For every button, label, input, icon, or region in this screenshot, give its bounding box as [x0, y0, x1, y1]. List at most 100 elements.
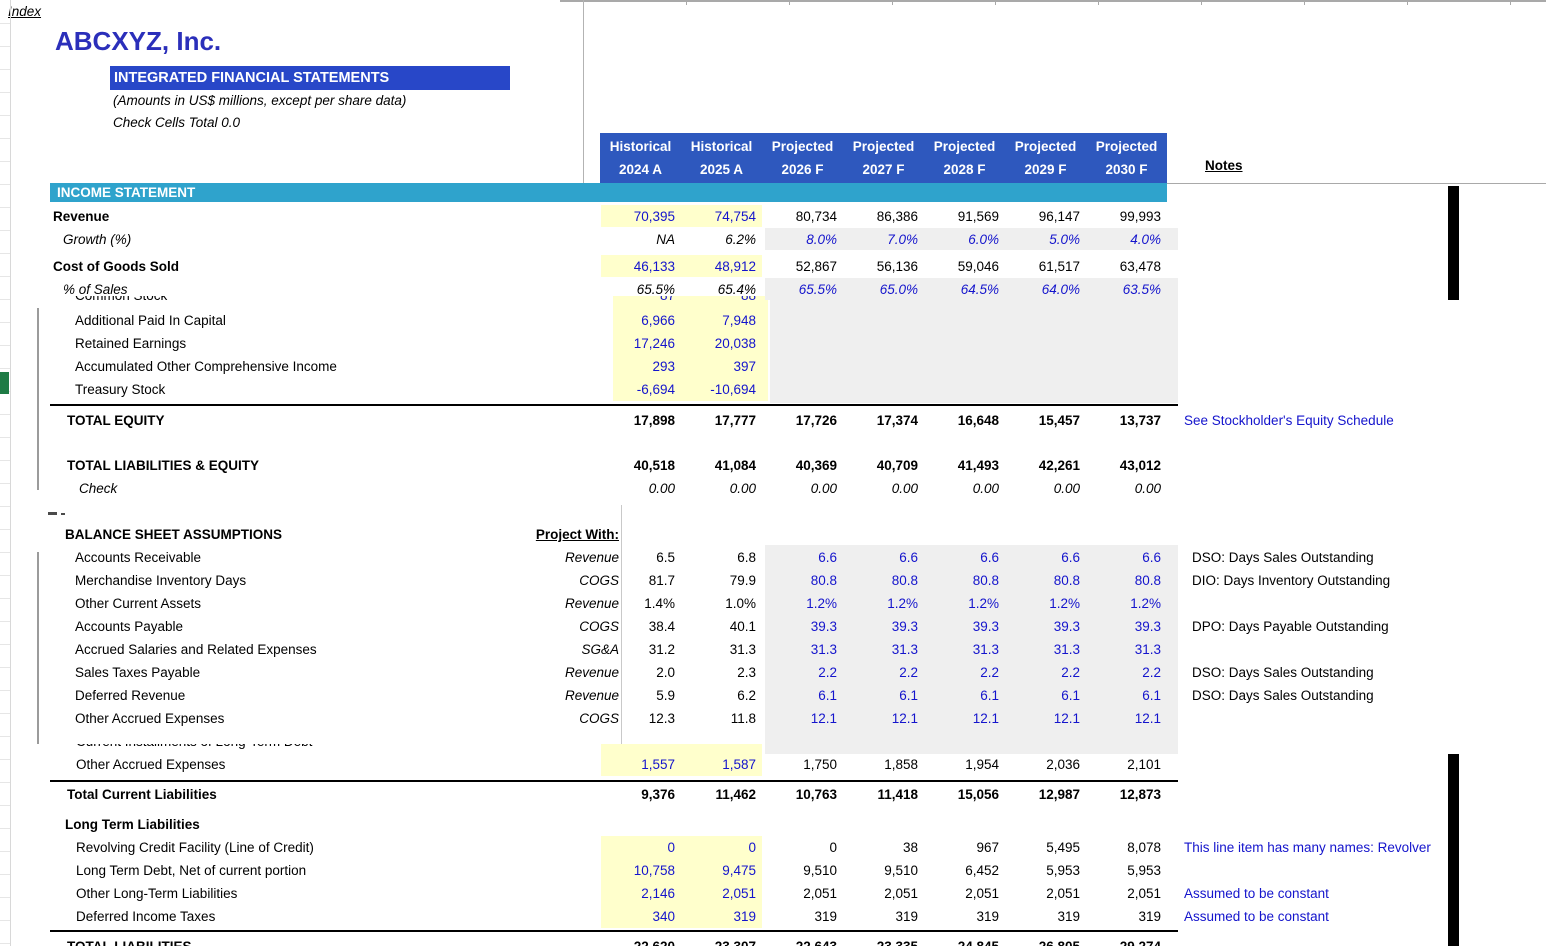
cell-growth-c4[interactable]: 6.0% [924, 228, 999, 251]
cell-stp-c4[interactable]: 2.2 [924, 661, 999, 684]
cell-dr-c3[interactable]: 6.1 [843, 684, 918, 707]
cell-revolver-c4[interactable]: 967 [924, 836, 999, 859]
cell-oltl-c1[interactable]: 2,051 [681, 882, 756, 905]
cell-total_equity-c2[interactable]: 17,726 [762, 409, 837, 432]
cell-total_equity-c6[interactable]: 13,737 [1086, 409, 1161, 432]
cell-oae_a-c3[interactable]: 12.1 [843, 707, 918, 730]
cell-oltl-c6[interactable]: 2,051 [1086, 882, 1161, 905]
cell-oae_a-c1[interactable]: 11.8 [681, 707, 756, 730]
cell-asre-c6[interactable]: 31.3 [1086, 638, 1161, 661]
cell-growth-c1[interactable]: 6.2% [681, 228, 756, 251]
cell-tcl-c0[interactable]: 9,376 [600, 783, 675, 806]
cell-oca-c2[interactable]: 1.2% [762, 592, 837, 615]
cell-oca-c3[interactable]: 1.2% [843, 592, 918, 615]
cell-dr-c2[interactable]: 6.1 [762, 684, 837, 707]
cell-dit-c2[interactable]: 319 [762, 905, 837, 928]
cell-tcl-c3[interactable]: 11,418 [843, 783, 918, 806]
cell-ltd-c3[interactable]: 9,510 [843, 859, 918, 882]
cell-growth-c2[interactable]: 8.0% [762, 228, 837, 251]
cell-ltd-c4[interactable]: 6,452 [924, 859, 999, 882]
cell-dr-c6[interactable]: 6.1 [1086, 684, 1161, 707]
cell-ltd-c0[interactable]: 10,758 [600, 859, 675, 882]
cell-stp-c5[interactable]: 2.2 [1005, 661, 1080, 684]
cell-dr-c5[interactable]: 6.1 [1005, 684, 1080, 707]
cell-growth-c0[interactable]: NA [600, 228, 675, 251]
index-link[interactable]: Index [8, 4, 41, 19]
cell-apic-c1[interactable]: 7,948 [681, 309, 756, 332]
cell-revolver-c3[interactable]: 38 [843, 836, 918, 859]
cell-cogs-c1[interactable]: 48,912 [681, 255, 756, 278]
cell-total_le-c6[interactable]: 43,012 [1086, 454, 1161, 477]
cell-mid-c5[interactable]: 80.8 [1005, 569, 1080, 592]
cell-stp-c3[interactable]: 2.2 [843, 661, 918, 684]
cell-mid-c6[interactable]: 80.8 [1086, 569, 1161, 592]
cell-total_liab-c3[interactable]: 23,335 [843, 935, 918, 946]
cell-tcl-c6[interactable]: 12,873 [1086, 783, 1161, 806]
cell-total_equity-c0[interactable]: 17,898 [600, 409, 675, 432]
cell-oae_l-c6[interactable]: 2,101 [1086, 753, 1161, 776]
cell-total_le-c5[interactable]: 42,261 [1005, 454, 1080, 477]
cell-mid-c0[interactable]: 81.7 [600, 569, 675, 592]
cell-mid-c2[interactable]: 80.8 [762, 569, 837, 592]
cell-ar-c0[interactable]: 6.5 [600, 546, 675, 569]
cell-growth-c6[interactable]: 4.0% [1086, 228, 1161, 251]
cell-total_le-c1[interactable]: 41,084 [681, 454, 756, 477]
cell-oae_l-c4[interactable]: 1,954 [924, 753, 999, 776]
cell-total_le-c0[interactable]: 40,518 [600, 454, 675, 477]
cell-treasury-c0[interactable]: -6,694 [600, 378, 675, 401]
cell-total_liab-c1[interactable]: 23,307 [681, 935, 756, 946]
cell-revolver-c0[interactable]: 0 [600, 836, 675, 859]
cell-aoci-c1[interactable]: 397 [681, 355, 756, 378]
cell-asre-c2[interactable]: 31.3 [762, 638, 837, 661]
cell-ar-c3[interactable]: 6.6 [843, 546, 918, 569]
cell-stp-c0[interactable]: 2.0 [600, 661, 675, 684]
cell-oae_a-c0[interactable]: 12.3 [600, 707, 675, 730]
cell-revolver-c2[interactable]: 0 [762, 836, 837, 859]
cell-total_le-c2[interactable]: 40,369 [762, 454, 837, 477]
cell-total_liab-c2[interactable]: 22,643 [762, 935, 837, 946]
cell-ap-c0[interactable]: 38.4 [600, 615, 675, 638]
cell-ar-c2[interactable]: 6.6 [762, 546, 837, 569]
cell-growth-c5[interactable]: 5.0% [1005, 228, 1080, 251]
cell-apic-c0[interactable]: 6,966 [600, 309, 675, 332]
cell-cogs-c2[interactable]: 52,867 [762, 255, 837, 278]
cell-total_liab-c4[interactable]: 24,845 [924, 935, 999, 946]
cell-ar-c1[interactable]: 6.8 [681, 546, 756, 569]
cell-tcl-c4[interactable]: 15,056 [924, 783, 999, 806]
cell-ltd-c2[interactable]: 9,510 [762, 859, 837, 882]
cell-mid-c1[interactable]: 79.9 [681, 569, 756, 592]
cell-dit-c4[interactable]: 319 [924, 905, 999, 928]
cell-asre-c3[interactable]: 31.3 [843, 638, 918, 661]
cell-revenue-c5[interactable]: 96,147 [1005, 205, 1080, 228]
cell-oltl-c2[interactable]: 2,051 [762, 882, 837, 905]
cell-oae_a-c4[interactable]: 12.1 [924, 707, 999, 730]
cell-revenue-c6[interactable]: 99,993 [1086, 205, 1161, 228]
cell-ar-c4[interactable]: 6.6 [924, 546, 999, 569]
cell-ltd-c5[interactable]: 5,953 [1005, 859, 1080, 882]
cell-revenue-c1[interactable]: 74,754 [681, 205, 756, 228]
cell-check-c3[interactable]: 0.00 [843, 477, 918, 500]
cell-stp-c6[interactable]: 2.2 [1086, 661, 1161, 684]
cell-oca-c4[interactable]: 1.2% [924, 592, 999, 615]
cell-check-c6[interactable]: 0.00 [1086, 477, 1161, 500]
cell-ap-c5[interactable]: 39.3 [1005, 615, 1080, 638]
cell-revenue-c0[interactable]: 70,395 [600, 205, 675, 228]
cell-cogs-c0[interactable]: 46,133 [600, 255, 675, 278]
cell-total_le-c4[interactable]: 41,493 [924, 454, 999, 477]
cell-cogs-c6[interactable]: 63,478 [1086, 255, 1161, 278]
cell-revenue-c4[interactable]: 91,569 [924, 205, 999, 228]
cell-revolver-c6[interactable]: 8,078 [1086, 836, 1161, 859]
cell-oltl-c3[interactable]: 2,051 [843, 882, 918, 905]
cell-check-c1[interactable]: 0.00 [681, 477, 756, 500]
cell-aoci-c0[interactable]: 293 [600, 355, 675, 378]
cell-total_equity-c1[interactable]: 17,777 [681, 409, 756, 432]
note-revolver[interactable]: This line item has many names: Revolver [1184, 836, 1431, 859]
cell-dit-c3[interactable]: 319 [843, 905, 918, 928]
cell-oae_l-c5[interactable]: 2,036 [1005, 753, 1080, 776]
cell-common_stock-c0[interactable]: 87 [600, 296, 675, 306]
cell-ltd-c6[interactable]: 5,953 [1086, 859, 1161, 882]
cell-growth-c3[interactable]: 7.0% [843, 228, 918, 251]
cell-revolver-c5[interactable]: 5,495 [1005, 836, 1080, 859]
cell-dr-c0[interactable]: 5.9 [600, 684, 675, 707]
cell-oae_l-c3[interactable]: 1,858 [843, 753, 918, 776]
